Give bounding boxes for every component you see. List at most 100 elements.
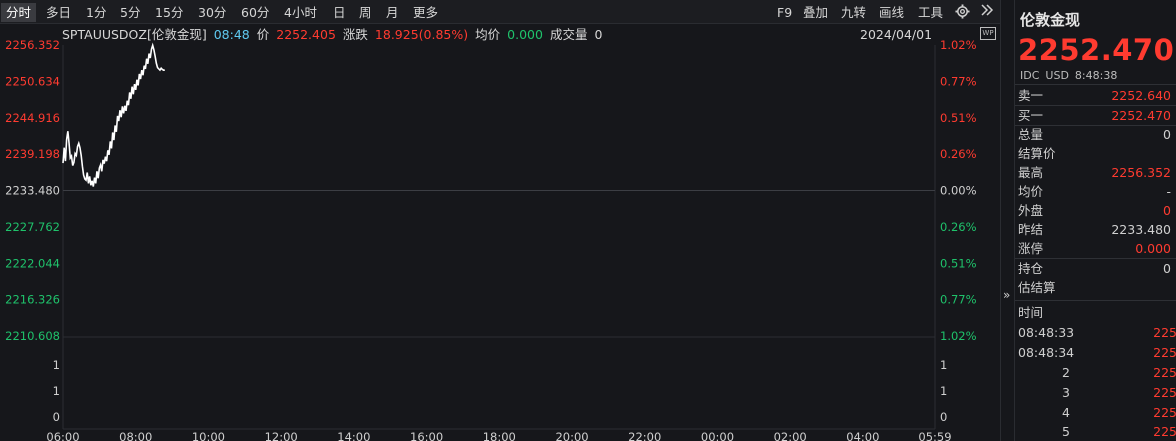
volume-tick-label-right: 1	[940, 358, 947, 372]
x-tick-label: 18:00	[483, 430, 516, 441]
wp-icon[interactable]: WP	[980, 27, 996, 40]
period-tab-60min[interactable]: 60分	[236, 3, 274, 22]
bid-row: 买一 2252.470	[1018, 106, 1174, 125]
period-tab-multiday[interactable]: 多日	[41, 3, 76, 22]
period-tab-30min[interactable]: 30分	[193, 3, 231, 22]
y-tick-label: 2222.044	[5, 256, 60, 270]
quote-meta: IDC USD 8:48:38	[1020, 69, 1123, 82]
x-tick-label: 04:00	[846, 430, 879, 441]
expand-panel-icon[interactable]: »	[1003, 288, 1010, 302]
nine-turn-button[interactable]: 九转	[841, 3, 866, 22]
x-tick-label: 12:00	[265, 430, 298, 441]
time-label: 08:48	[213, 27, 250, 42]
intraday-chart[interactable]: 2256.352 1.02% 2250.634 0.77% 2244.916 0.51% 2…	[0, 24, 1000, 441]
x-tick-label: 00:00	[701, 430, 734, 441]
limit-up-row: 涨停 0.000	[1018, 239, 1174, 258]
last-price: 2252.470	[1018, 33, 1175, 67]
tick-price: 225	[1153, 385, 1176, 400]
currency-code: USD	[1045, 69, 1069, 82]
period-tab-1min[interactable]: 1分	[81, 3, 111, 22]
ticks-header-label: 时间	[1018, 305, 1044, 320]
ask-value: 2252.640	[1111, 88, 1171, 103]
tick-row: 3 225	[1018, 383, 1176, 402]
chart-canvas[interactable]: 2256.352 1.02% 2250.634 0.77% 2244.916 0.51% 2…	[0, 24, 1000, 441]
avg-value: 0.000	[507, 27, 543, 42]
limit-up-value: 0.000	[1135, 241, 1171, 256]
tick-price: 225	[1153, 405, 1176, 420]
x-tick-label: 05:59	[918, 430, 951, 441]
tick-price: 225	[1153, 345, 1176, 360]
volume-tick-label-right: 0	[940, 410, 947, 424]
period-tab-4hour[interactable]: 4小时	[279, 3, 322, 22]
y-pct-tick-label: 1.02%	[940, 329, 977, 343]
volume-tick-label: 1	[53, 384, 60, 398]
y-pct-tick-label: 0.00%	[940, 184, 977, 198]
tick-time: 4	[1062, 405, 1070, 420]
tick-time: 5	[1062, 424, 1070, 439]
y-pct-tick-label: 0.77%	[940, 74, 977, 88]
overlay-button[interactable]: 叠加	[803, 3, 828, 22]
open-interest-value: 0	[1163, 261, 1171, 276]
date-label: 2024/04/01	[860, 27, 933, 42]
volume-tick-label: 0	[53, 410, 60, 424]
tools-button[interactable]: 工具	[918, 3, 943, 22]
period-tab-week[interactable]: 周	[354, 3, 377, 22]
avg-row: 均价 -	[1018, 182, 1174, 201]
avg-caption: 均价	[475, 27, 501, 42]
market-code: IDC	[1020, 69, 1040, 82]
bid-label: 买一	[1018, 108, 1044, 123]
tick-time: 3	[1062, 385, 1070, 400]
tick-price: 225	[1153, 424, 1176, 439]
y-pct-tick-label: 0.26%	[940, 220, 977, 234]
price-value: 2252.405	[276, 27, 336, 42]
y-tick-label: 2256.352	[5, 38, 60, 52]
tick-row: 2 225	[1018, 363, 1176, 382]
quote-panel: » 伦敦金现 2252.470 IDC USD 8:48:38 卖一 2252.640…	[1000, 0, 1176, 441]
double-chevron-right-icon[interactable]	[980, 3, 994, 22]
ticks-header: 时间	[1018, 303, 1174, 322]
period-tab-more[interactable]: 更多	[408, 3, 443, 22]
period-tab-5min[interactable]: 5分	[115, 3, 145, 22]
y-tick-label: 2210.608	[5, 329, 60, 343]
x-tick-label: 20:00	[555, 430, 588, 441]
gear-icon[interactable]	[955, 4, 970, 23]
period-tab-day[interactable]: 日	[328, 3, 351, 22]
period-tab-month[interactable]: 月	[381, 3, 404, 22]
instrument-name: 伦敦金现	[1020, 11, 1081, 29]
tick-price: 225	[1153, 325, 1176, 340]
x-tick-label: 02:00	[774, 430, 807, 441]
period-toolbar: 分时 多日 1分 5分 15分 30分 60分 4小时 日 周 月 更多 F9 …	[0, 0, 1000, 24]
tick-row: 08:48:34 225	[1018, 343, 1176, 362]
y-pct-tick-label: 1.02%	[940, 38, 977, 52]
volume-tick-label-right: 1	[940, 384, 947, 398]
symbol-label: SPTAUUSDOZ[伦敦金现]	[62, 27, 207, 42]
high-label: 最高	[1018, 165, 1044, 180]
tick-time: 2	[1062, 365, 1070, 380]
tick-row: 5 225	[1018, 422, 1176, 441]
y-pct-tick-label: 0.77%	[940, 293, 977, 307]
ask-row: 卖一 2252.640	[1018, 86, 1174, 105]
x-tick-label: 08:00	[119, 430, 152, 441]
y-tick-label: 2239.198	[5, 147, 60, 161]
tick-time: 08:48:34	[1018, 345, 1075, 360]
y-tick-label: 2233.480	[5, 184, 60, 198]
change-value: 18.925(0.85%)	[374, 27, 469, 42]
period-tab-15min[interactable]: 15分	[150, 3, 188, 22]
bid-value: 2252.470	[1111, 108, 1171, 123]
period-tab-intraday[interactable]: 分时	[1, 3, 37, 22]
x-tick-label: 22:00	[628, 430, 661, 441]
draw-line-button[interactable]: 画线	[879, 3, 904, 22]
divider	[1015, 300, 1176, 301]
f9-button[interactable]: F9	[777, 3, 792, 22]
y-tick-label: 2227.762	[5, 220, 60, 234]
settlement-row: 结算价	[1018, 144, 1174, 163]
outer-volume-value: 0	[1163, 203, 1171, 218]
divider	[1015, 84, 1176, 85]
y-tick-label: 2250.634	[5, 74, 60, 88]
high-row: 最高 2256.352	[1018, 163, 1174, 182]
volume-tick-label: 1	[53, 358, 60, 372]
change-caption: 涨跌	[342, 27, 368, 42]
ask-label: 卖一	[1018, 88, 1044, 103]
panel-collapse-strip[interactable]: »	[1001, 0, 1015, 441]
settlement-label: 结算价	[1018, 146, 1056, 161]
